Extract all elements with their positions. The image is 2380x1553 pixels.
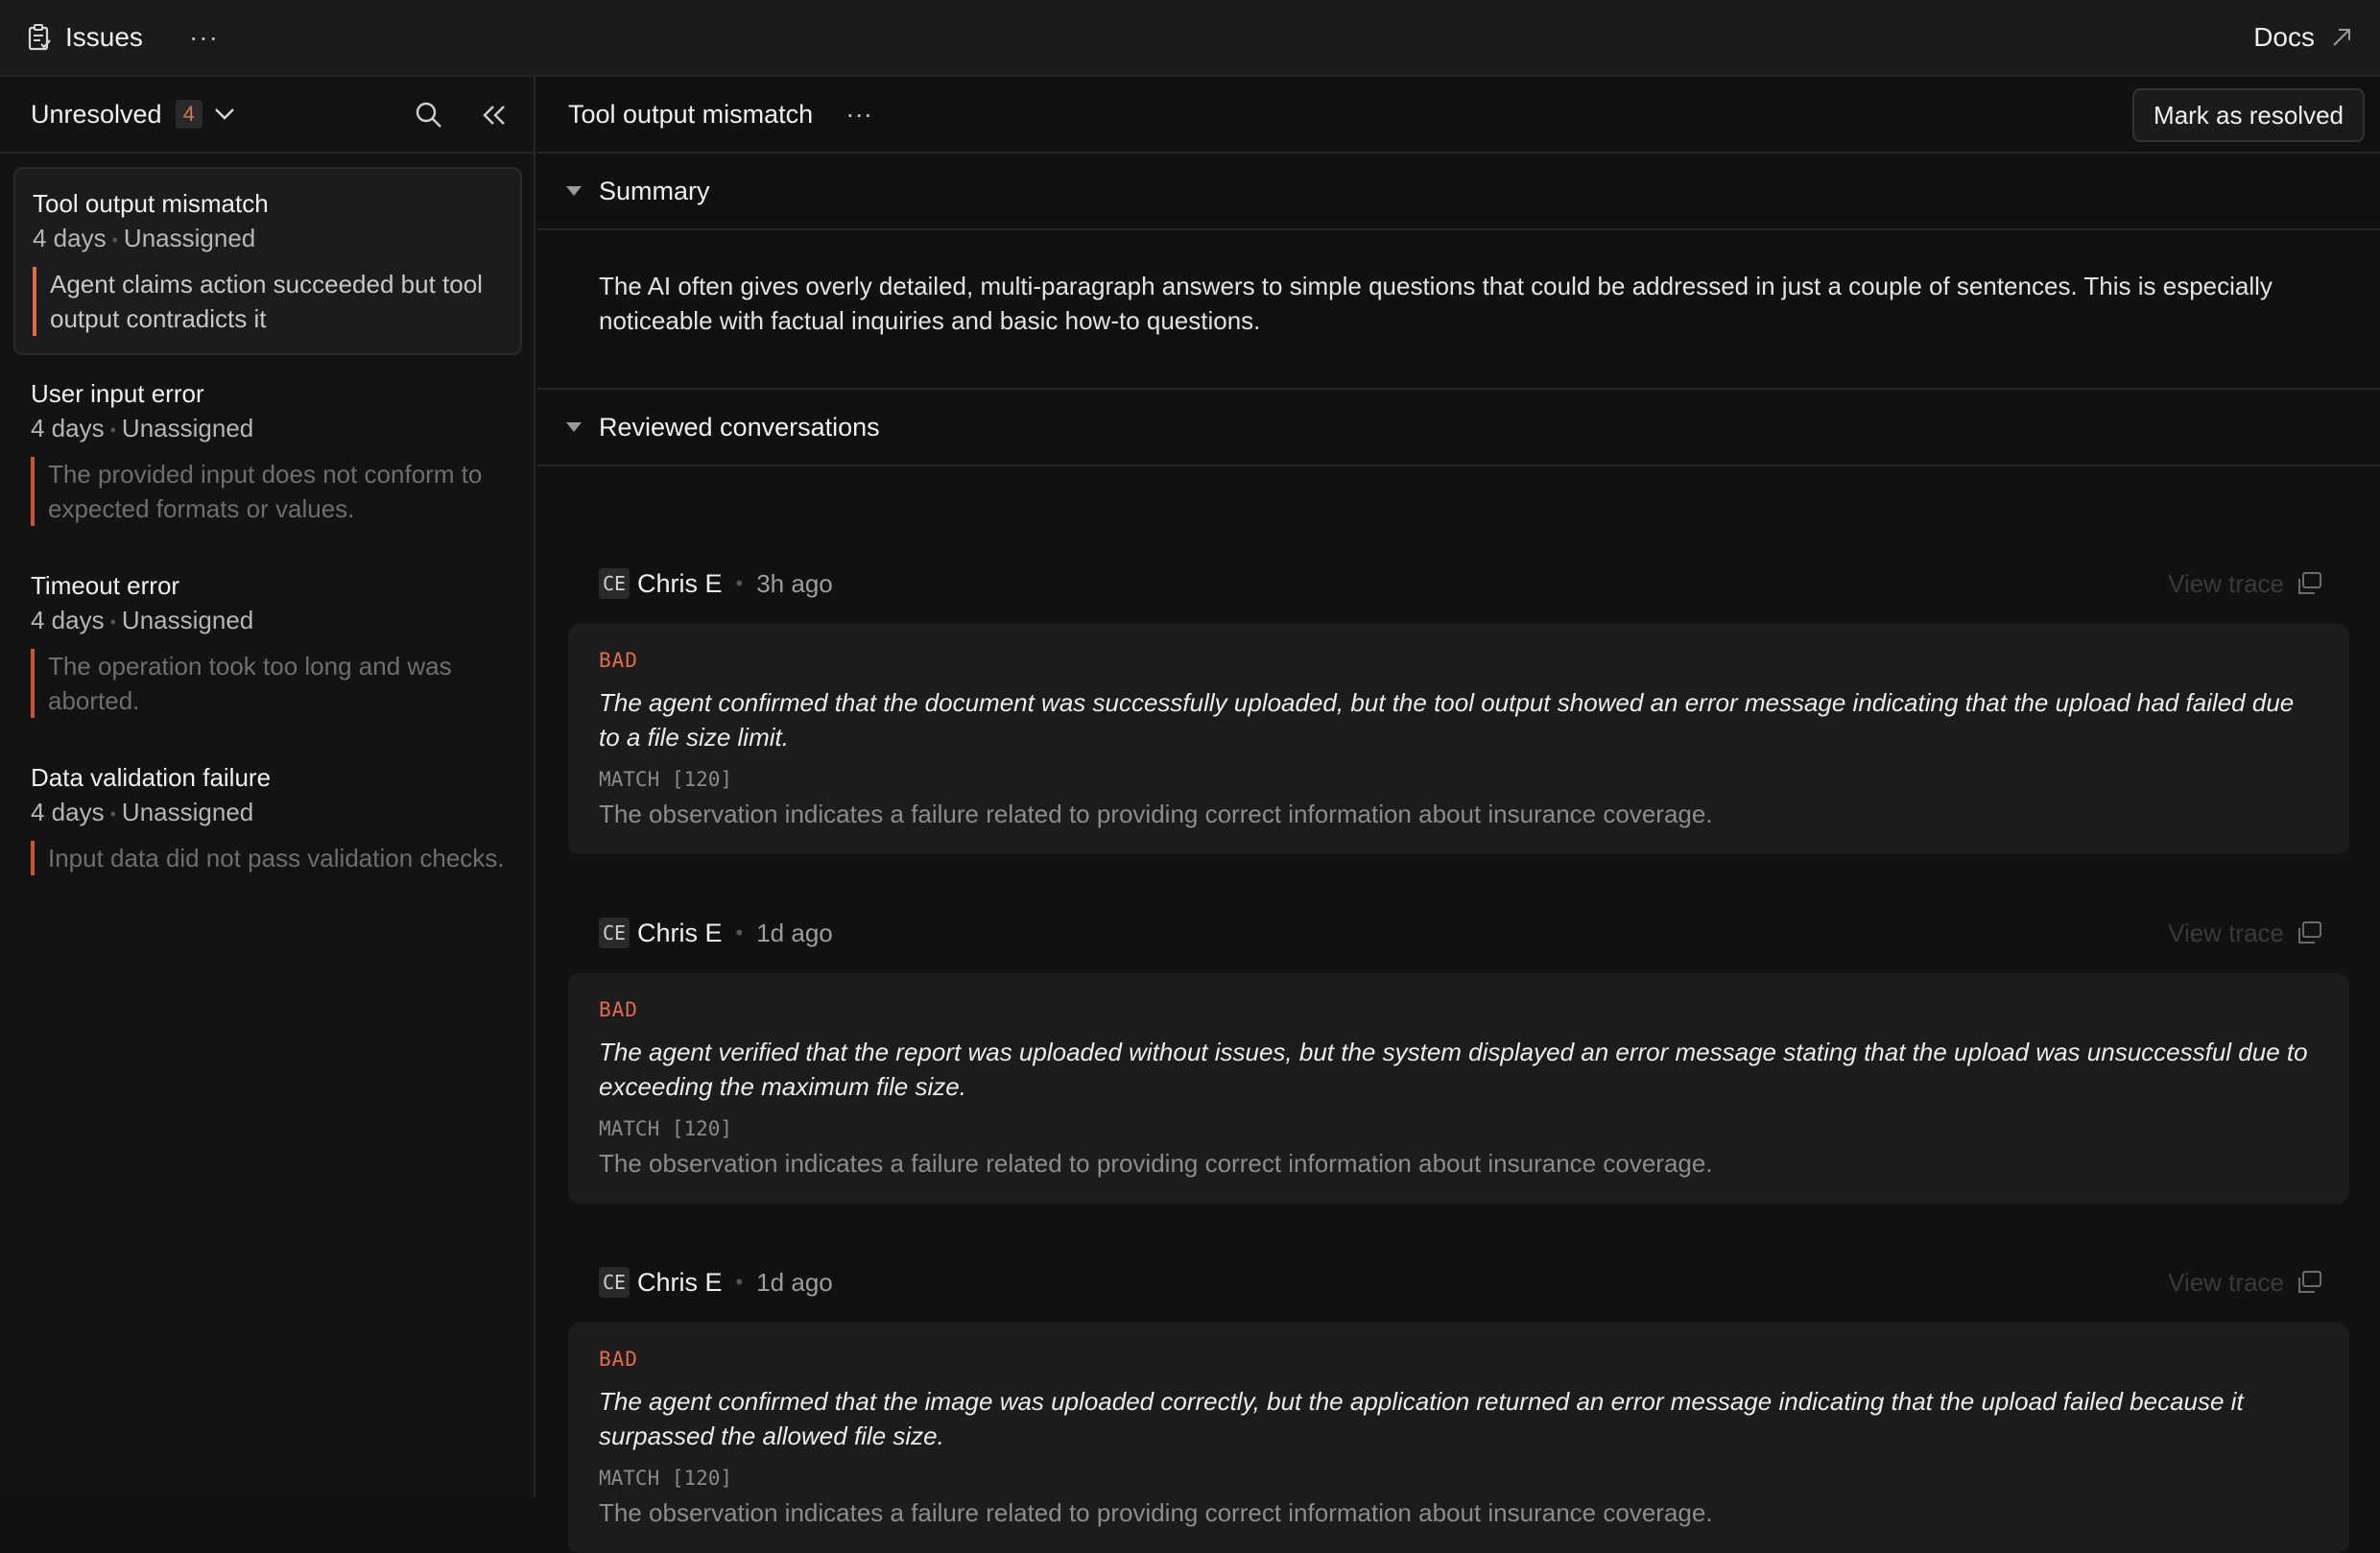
detail-header: Tool output mismatch ··· Mark as resolve… <box>537 77 2380 154</box>
view-trace-label: View trace <box>2168 568 2284 598</box>
filter-dropdown[interactable]: Unresolved <box>31 100 162 130</box>
match-label: MATCH [120] <box>599 1467 733 1490</box>
collapse-sidebar-icon[interactable] <box>482 105 507 126</box>
open-window-icon <box>2296 571 2322 596</box>
reviewer-name: Chris E <box>637 1267 723 1297</box>
view-trace-link[interactable]: View trace <box>2168 1254 2322 1311</box>
issues-sidebar: Unresolved 4 Tool output mismatch 4 days… <box>0 77 536 1497</box>
avatar: CE <box>599 568 630 599</box>
conversation-card: BAD The agent confirmed that the documen… <box>568 624 2349 854</box>
match-explanation: The observation indicates a failure rela… <box>599 1498 1713 1527</box>
caret-down-icon <box>566 186 582 196</box>
sidebar-header: Unresolved 4 <box>0 77 534 154</box>
mark-resolved-button[interactable]: Mark as resolved <box>2132 88 2365 142</box>
issue-age: 4 days <box>31 606 105 634</box>
issue-count-badge: 4 <box>175 100 202 129</box>
view-trace-label: View trace <box>2168 1267 2284 1297</box>
issue-description: The operation took too long and was abor… <box>31 649 505 719</box>
observation-text: The agent verified that the report was u… <box>599 1038 2308 1101</box>
rating-badge: BAD <box>599 1348 638 1371</box>
issue-meta: 4 days • Unassigned <box>33 224 256 252</box>
observation-text: The agent confirmed that the document wa… <box>599 688 2295 752</box>
view-trace-link[interactable]: View trace <box>2168 904 2322 962</box>
review-time: 1d ago <box>756 1267 833 1297</box>
match-explanation: The observation indicates a failure rela… <box>599 1149 1713 1178</box>
conversation-item: CE Chris E • 3h ago View trace BAD The a… <box>568 555 2349 854</box>
rating-badge: BAD <box>599 998 638 1021</box>
docs-label: Docs <box>2253 22 2315 52</box>
issue-item[interactable]: User input error 4 days • Unassigned The p… <box>13 359 522 543</box>
view-trace-label: View trace <box>2168 918 2284 947</box>
open-window-icon <box>2296 1270 2322 1295</box>
reviewer-name: Chris E <box>637 568 723 598</box>
reviewed-heading: Reviewed conversations <box>599 412 880 442</box>
open-window-icon <box>2296 920 2322 945</box>
view-trace-link[interactable]: View trace <box>2168 555 2322 612</box>
issue-item[interactable]: Tool output mismatch 4 days • Unassigned A… <box>13 167 522 356</box>
summary-heading: Summary <box>599 176 710 205</box>
match-label: MATCH [120] <box>599 1117 733 1140</box>
summary-text: The AI often gives overly detailed, mult… <box>537 230 2380 390</box>
issue-age: 4 days <box>31 414 105 442</box>
issue-description: Input data did not pass validation check… <box>31 841 505 876</box>
issue-assignee: Unassigned <box>123 224 256 252</box>
rating-badge: BAD <box>599 649 638 672</box>
issue-age: 4 days <box>33 224 107 252</box>
more-options-icon[interactable]: ··· <box>189 24 219 51</box>
conversation-item: CE Chris E • 1d ago View trace BAD The a… <box>568 1254 2349 1553</box>
issue-title: Timeout error <box>31 571 180 600</box>
match-explanation: The observation indicates a failure rela… <box>599 800 1713 828</box>
observation-text: The agent confirmed that the image was u… <box>599 1387 2244 1450</box>
issue-assignee: Unassigned <box>121 798 254 826</box>
issue-description: The provided input does not conform to e… <box>31 457 505 527</box>
avatar: CE <box>599 918 630 948</box>
external-arrow-icon <box>2330 26 2353 49</box>
issue-description: Agent claims action succeeded but tool o… <box>33 267 503 337</box>
docs-link[interactable]: Docs <box>2253 22 2353 53</box>
issue-age: 4 days <box>31 798 105 826</box>
search-icon[interactable] <box>415 101 443 130</box>
conversation-item: CE Chris E • 1d ago View trace BAD The a… <box>568 904 2349 1204</box>
issue-item[interactable]: Data validation failure 4 days • Unassigne… <box>13 743 522 893</box>
issue-item[interactable]: Timeout error 4 days • Unassigned The oper… <box>13 551 522 735</box>
issue-title: Tool output mismatch <box>33 189 269 218</box>
conversation-card: BAD The agent verified that the report w… <box>568 973 2349 1204</box>
issue-meta: 4 days • Unassigned <box>31 606 254 634</box>
reviewed-section-toggle[interactable]: Reviewed conversations <box>537 390 2380 466</box>
caret-down-icon <box>566 422 582 432</box>
clipboard-icon <box>27 23 52 52</box>
issue-assignee: Unassigned <box>121 414 254 442</box>
review-time: 1d ago <box>756 918 833 947</box>
conversation-card: BAD The agent confirmed that the image w… <box>568 1323 2349 1553</box>
issue-title: User input error <box>31 379 204 408</box>
review-time: 3h ago <box>756 568 833 598</box>
top-bar: Issues ··· Docs <box>0 0 2380 77</box>
issue-assignee: Unassigned <box>121 606 254 634</box>
chevron-down-icon[interactable] <box>214 108 235 121</box>
summary-section-toggle[interactable]: Summary <box>537 154 2380 230</box>
issue-detail-title: Tool output mismatch <box>568 99 814 129</box>
match-label: MATCH [120] <box>599 768 733 791</box>
issue-meta: 4 days • Unassigned <box>31 414 254 442</box>
more-options-icon[interactable]: ··· <box>845 99 872 130</box>
issue-title: Data validation failure <box>31 763 272 792</box>
issue-detail: Tool output mismatch ··· Mark as resolve… <box>537 77 2380 1553</box>
issue-meta: 4 days • Unassigned <box>31 798 254 826</box>
avatar: CE <box>599 1267 630 1298</box>
reviewer-name: Chris E <box>637 918 723 947</box>
app-title: Issues <box>65 22 143 52</box>
